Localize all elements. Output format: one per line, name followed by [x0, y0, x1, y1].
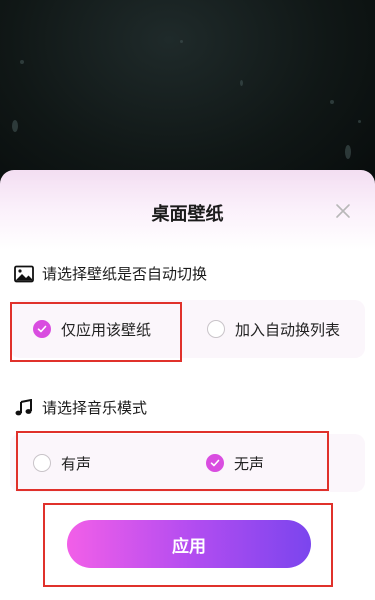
wallpaper-detail [240, 80, 243, 86]
image-icon [14, 265, 34, 283]
highlight-box [16, 431, 329, 491]
close-button[interactable] [335, 203, 351, 219]
music-mode-heading-text: 请选择音乐模式 [42, 399, 148, 417]
music-note-icon [14, 398, 34, 417]
music-mode-heading: 请选择音乐模式 [14, 397, 147, 418]
radio-unchecked-icon [207, 320, 225, 338]
wallpaper-detail [180, 40, 183, 43]
wallpaper-detail [12, 120, 18, 132]
wallpaper-switch-heading-text: 请选择壁纸是否自动切换 [42, 265, 208, 283]
option-add-to-auto-list[interactable]: 加入自动换列表 [207, 300, 340, 358]
wallpaper-detail [345, 145, 351, 159]
close-icon [336, 204, 350, 218]
sheet-title: 桌面壁纸 [151, 204, 224, 225]
highlight-box [43, 503, 333, 587]
wallpaper-detail [20, 60, 24, 64]
wallpaper-switch-heading: 请选择壁纸是否自动切换 [14, 263, 207, 284]
wallpaper-detail [358, 120, 361, 123]
highlight-box [10, 302, 182, 362]
option-label: 加入自动换列表 [235, 320, 341, 339]
wallpaper-detail [330, 100, 334, 104]
